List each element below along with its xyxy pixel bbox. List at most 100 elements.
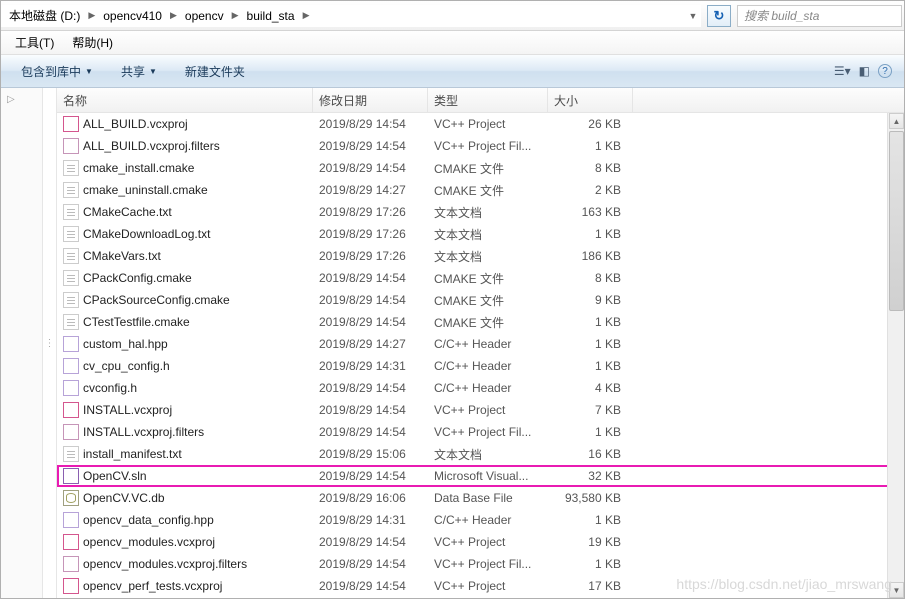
scroll-up-arrow[interactable]: ▲ [889,113,904,129]
cell-name: OpenCV.VC.db [57,490,313,506]
scrollbar[interactable]: ▲ ▼ [887,113,904,598]
table-row[interactable]: CMakeDownloadLog.txt2019/8/29 17:26文本文档1… [57,223,904,245]
list-body[interactable]: ALL_BUILD.vcxproj2019/8/29 14:54VC++ Pro… [57,113,904,598]
cell-type: 文本文档 [428,248,548,265]
cell-size: 1 KB [548,139,633,153]
breadcrumb-dropdown[interactable]: ▼ [685,11,701,21]
table-row[interactable]: opencv_modules.vcxproj.filters 2019/8/29 … [57,553,904,575]
cell-size: 4 KB [548,381,633,395]
cell-name: ALL_BUILD.vcxproj.filters [57,138,313,154]
cell-type: Microsoft Visual... [428,469,548,483]
file-name-label: opencv_modules.vcxproj.filters [83,557,247,571]
col-size[interactable]: 大小 [548,88,633,112]
cell-date: 2019/8/29 14:54 [313,271,428,285]
breadcrumb[interactable]: 本地磁盘 (D:)▶ opencv410▶ opencv▶ build_sta▶… [1,5,701,27]
cell-type: VC++ Project Fil... [428,139,548,153]
preview-pane-button[interactable]: ◧ [859,64,870,78]
cell-size: 1 KB [548,557,633,571]
chevron-right-icon[interactable]: ▶ [301,10,312,21]
crumb-1[interactable]: opencv410 [97,5,168,27]
tree-collapse-icon[interactable]: ▷ [1,88,42,111]
cell-name: INSTALL.vcxproj.filters [57,424,313,440]
file-icon [63,204,79,220]
chevron-right-icon[interactable]: ▶ [168,10,179,21]
crumb-3[interactable]: build_sta [241,5,301,27]
cell-name: CMakeDownloadLog.txt [57,226,313,242]
table-row[interactable]: install_manifest.txt2019/8/29 15:06文本文档1… [57,443,904,465]
file-list: 名称 修改日期 类型 大小 ALL_BUILD.vcxproj2019/8/29… [57,88,904,598]
cell-name: cvconfig.h [57,380,313,396]
table-row[interactable]: opencv_perf_tests.vcxproj2019/8/29 14:54… [57,575,904,597]
scroll-down-arrow[interactable]: ▼ [889,582,904,598]
col-type[interactable]: 类型 [428,88,548,112]
table-row[interactable]: cvconfig.h2019/8/29 14:54C/C++ Header4 K… [57,377,904,399]
table-row[interactable]: opencv_modules.vcxproj2019/8/29 14:54VC+… [57,531,904,553]
table-row[interactable]: INSTALL.vcxproj2019/8/29 14:54VC++ Proje… [57,399,904,421]
table-row[interactable]: cmake_uninstall.cmake2019/8/29 14:27CMAK… [57,179,904,201]
file-name-label: ALL_BUILD.vcxproj.filters [83,139,220,153]
table-row[interactable]: INSTALL.vcxproj.filters2019/8/29 14:54VC… [57,421,904,443]
table-row[interactable]: CTestTestfile.cmake2019/8/29 14:54CMAKE … [57,311,904,333]
file-icon [63,402,79,418]
table-row[interactable]: cv_cpu_config.h2019/8/29 14:31C/C++ Head… [57,355,904,377]
cell-name: cv_cpu_config.h [57,358,313,374]
cell-date: 2019/8/29 14:54 [313,557,428,571]
table-row[interactable]: custom_hal.hpp2019/8/29 14:27C/C++ Heade… [57,333,904,355]
table-row[interactable]: CPackConfig.cmake2019/8/29 14:54CMAKE 文件… [57,267,904,289]
cell-size: 1 KB [548,513,633,527]
cell-date: 2019/8/29 16:06 [313,491,428,505]
cell-name: opencv_modules.vcxproj [57,534,313,550]
cell-type: VC++ Project Fil... [428,425,548,439]
table-row[interactable]: CMakeCache.txt2019/8/29 17:26文本文档163 KB [57,201,904,223]
table-row[interactable]: CMakeVars.txt2019/8/29 17:26文本文档186 KB [57,245,904,267]
toolbar-include-library[interactable]: 包含到库中▼ [11,60,103,83]
cell-type: CMAKE 文件 [428,292,548,309]
search-input[interactable]: 搜索 build_sta [737,5,902,27]
toolbar-new-folder[interactable]: 新建文件夹 [175,60,255,83]
address-bar: 本地磁盘 (D:)▶ opencv410▶ opencv▶ build_sta▶… [1,1,904,31]
table-row[interactable]: cmake_install.cmake2019/8/29 14:54CMAKE … [57,157,904,179]
crumb-0[interactable]: 本地磁盘 (D:) [3,5,86,27]
cell-date: 2019/8/29 14:54 [313,579,428,593]
cell-size: 8 KB [548,161,633,175]
refresh-button[interactable]: ↻ [707,5,731,27]
table-row[interactable]: OpenCV.sln2019/8/29 14:54Microsoft Visua… [57,465,904,487]
cell-date: 2019/8/29 14:54 [313,381,428,395]
cell-size: 163 KB [548,205,633,219]
view-options[interactable]: ☰▾ [834,64,851,78]
chevron-right-icon[interactable]: ▶ [86,10,97,21]
cell-date: 2019/8/29 14:54 [313,535,428,549]
menu-help[interactable]: 帮助(H) [64,32,121,53]
file-name-label: INSTALL.vcxproj.filters [83,425,204,439]
nav-pane[interactable]: ▷ [1,88,43,598]
col-date[interactable]: 修改日期 [313,88,428,112]
cell-type: CMAKE 文件 [428,314,548,331]
file-name-label: OpenCV.sln [83,469,147,483]
cell-date: 2019/8/29 14:31 [313,359,428,373]
col-name[interactable]: 名称 [57,88,313,112]
table-row[interactable]: OpenCV.VC.db2019/8/29 16:06Data Base Fil… [57,487,904,509]
table-row[interactable]: ALL_BUILD.vcxproj2019/8/29 14:54VC++ Pro… [57,113,904,135]
scroll-thumb[interactable] [889,131,904,311]
toolbar-share[interactable]: 共享▼ [111,60,167,83]
file-icon [63,534,79,550]
table-row[interactable]: opencv_data_config.hpp2019/8/29 14:31C/C… [57,509,904,531]
cell-name: install_manifest.txt [57,446,313,462]
cell-type: CMAKE 文件 [428,182,548,199]
chevron-right-icon[interactable]: ▶ [230,10,241,21]
table-row[interactable]: CPackSourceConfig.cmake2019/8/29 14:54CM… [57,289,904,311]
cell-size: 7 KB [548,403,633,417]
cell-type: CMAKE 文件 [428,160,548,177]
file-icon [63,336,79,352]
cell-size: 1 KB [548,227,633,241]
cell-name: OpenCV.sln [57,468,313,484]
crumb-2[interactable]: opencv [179,5,230,27]
cell-type: VC++ Project Fil... [428,557,548,571]
splitter[interactable]: ⋮ [43,88,57,598]
table-row[interactable]: ALL_BUILD.vcxproj.filters2019/8/29 14:54… [57,135,904,157]
cell-name: INSTALL.vcxproj [57,402,313,418]
help-button[interactable]: ? [878,64,892,78]
cell-name: CMakeCache.txt [57,204,313,220]
cell-type: VC++ Project [428,579,548,593]
menu-tools[interactable]: 工具(T) [7,32,62,53]
